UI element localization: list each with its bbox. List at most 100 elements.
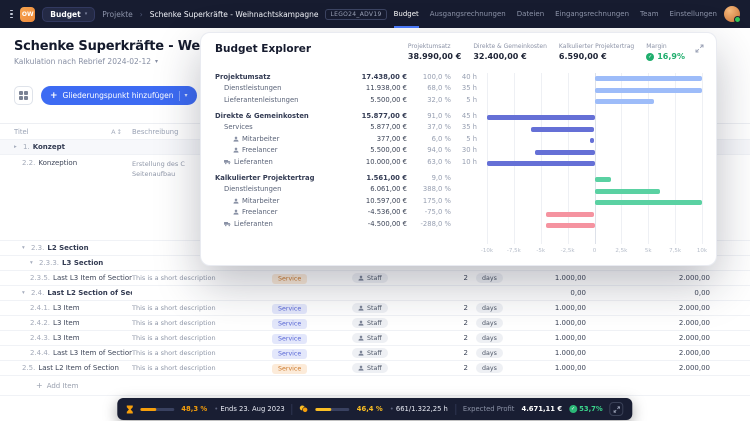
app-switcher[interactable]: Budget ▾ (42, 6, 96, 22)
chart-bar[interactable] (545, 211, 595, 217)
explorer-body: Projektumsatz 17.438,00 € 100,0 % 40 h Diens… (201, 65, 716, 265)
breadcrumb-project-name: Schenke Superkräfte - Weihnachtskampagne (149, 9, 319, 19)
row-title: L3 Item (53, 319, 80, 327)
chevron-right-icon[interactable]: ▸ (14, 144, 20, 150)
service-type-badge[interactable]: Service (272, 303, 308, 314)
assignee-chip[interactable]: Staff (352, 333, 388, 343)
service-type-badge[interactable]: Service (272, 348, 308, 359)
person-icon (233, 198, 239, 204)
table-row[interactable]: 2.4.1. L3 Item This is a short description… (0, 301, 750, 316)
unit-chip[interactable]: days (476, 348, 503, 358)
row-title: L2 Section (47, 244, 89, 252)
person-icon (358, 320, 364, 326)
assignee-chip[interactable]: Staff (352, 318, 388, 328)
row-number: 2.3.5. (30, 274, 51, 282)
explorer-title: Budget Explorer (215, 43, 312, 55)
add-outline-point-button[interactable]: + Gliederungspunkt hinzufügen ▾ (41, 86, 197, 105)
assignee-chip[interactable]: Staff (352, 348, 388, 358)
assignee-label: Staff (367, 364, 382, 372)
chart-bar[interactable] (594, 200, 702, 206)
chart-bar[interactable] (594, 99, 654, 105)
menu-icon[interactable] (10, 9, 14, 19)
add-item-row[interactable]: + Add Item (0, 376, 750, 396)
service-type-badge[interactable]: Service (272, 333, 308, 344)
chart-bar[interactable] (487, 115, 595, 121)
row-title: Last L2 Item of Section (38, 364, 119, 372)
chart-bar[interactable] (594, 188, 660, 194)
table-row[interactable]: ▾2.4.Last L2 Section of Section 0,00 0,00 (0, 286, 750, 301)
nav-budget[interactable]: Budget (393, 0, 419, 28)
service-type-badge[interactable]: Service (272, 273, 308, 284)
tree-row[interactable]: Lieferanten -4.500,00 € -288,0 % (215, 218, 477, 230)
row-title: L3 Section (62, 259, 104, 267)
column-title[interactable]: Titel (14, 128, 29, 136)
tree-row[interactable]: Freelancer -4.536,00 € -75,0 % (215, 207, 477, 219)
tree-row[interactable]: Kalkulierter Projektertrag 1.561,00 € 9,0 … (215, 172, 477, 184)
tree-row[interactable]: Services 5.877,00 € 37,0 % 35 h (215, 121, 477, 133)
tree-row-name: Projektumsatz (215, 73, 349, 81)
tree-row-percent: 68,0 % (427, 84, 451, 93)
footer-expand-button[interactable] (609, 402, 624, 416)
service-type-badge[interactable]: Service (272, 318, 308, 329)
unit-chip[interactable]: days (476, 273, 503, 283)
tree-row-value: 377,00 € (376, 134, 407, 143)
chart-bar[interactable] (594, 87, 702, 93)
tree-row[interactable]: Mitarbeiter 377,00 € 6,0 % 5 h (215, 133, 477, 145)
chart-bar[interactable] (594, 76, 702, 82)
view-options-button[interactable] (14, 86, 33, 105)
unit-chip[interactable]: days (476, 363, 503, 373)
person-icon (233, 209, 239, 215)
table-row[interactable]: 2.4.4. Last L3 Item of Section This is a s… (0, 346, 750, 361)
sort-icon[interactable]: A ↕ (111, 128, 122, 136)
unit-chip[interactable]: days (476, 303, 503, 313)
chart-bar[interactable] (546, 223, 595, 229)
service-type-badge[interactable]: Service (272, 363, 308, 374)
row-description: This is a short description (132, 333, 216, 342)
assignee-chip[interactable]: Staff (352, 303, 388, 313)
unit-chip[interactable]: days (476, 333, 503, 343)
table-row[interactable]: 2.4.2. L3 Item This is a short description… (0, 316, 750, 331)
chart-bar[interactable] (594, 177, 612, 183)
assignee-chip[interactable]: Staff (352, 363, 388, 373)
row-rate: 1.000,00 (554, 319, 586, 327)
tree-row[interactable]: Direkte & Gemeinkosten 15.877,00 € 91,0 % 4… (215, 110, 477, 122)
assignee-chip[interactable]: Staff (352, 273, 388, 283)
tree-row[interactable]: Mitarbeiter 10.597,00 € 175,0 % (215, 195, 477, 207)
nav-ausgangsrechnungen[interactable]: Ausgangsrechnungen (430, 0, 506, 28)
nav-dateien[interactable]: Dateien (517, 0, 544, 28)
breadcrumb-projects[interactable]: Projekte (102, 10, 133, 19)
tree-row[interactable]: Dienstleistungen 11.938,00 € 68,0 % 35 h (215, 83, 477, 95)
avatar[interactable] (724, 6, 741, 23)
kpi-label: Margin (646, 43, 667, 50)
chevron-down-icon[interactable]: ▾ (22, 245, 28, 251)
table-row[interactable]: 2.5. Last L2 Item of Section This is a sho… (0, 361, 750, 376)
tree-row[interactable]: Dienstleistungen 6.061,00 € 388,0 % (215, 183, 477, 195)
nav-eingangsrechnungen[interactable]: Eingangsrechnungen (555, 0, 629, 28)
table-row[interactable]: 2.4.3. L3 Item This is a short description… (0, 331, 750, 346)
tree-row[interactable]: Lieferanten 10.000,00 € 63,0 % 10 h (215, 156, 477, 168)
chart-bar[interactable] (487, 161, 595, 167)
tree-row[interactable]: Lieferantenleistungen 5.500,00 € 32,0 % 5 h (215, 94, 477, 106)
tree-row[interactable]: Projektumsatz 17.438,00 € 100,0 % 40 h (215, 71, 477, 83)
tree-row[interactable]: Freelancer 5.500,00 € 94,0 % 30 h (215, 145, 477, 157)
nav-einstellungen[interactable]: Einstellungen (670, 0, 717, 28)
chart-bar[interactable] (590, 138, 595, 144)
kpi-projektumsatz: Projektumsatz 38.990,00 € (408, 43, 461, 61)
chart-bar[interactable] (535, 149, 595, 155)
row-total: 2.000,00 (678, 319, 710, 327)
maximize-icon[interactable] (695, 44, 704, 53)
unit-chip[interactable]: days (476, 318, 503, 328)
chevron-down-icon[interactable]: ▾ (185, 92, 188, 99)
nav-team[interactable]: Team (640, 0, 659, 28)
chevron-down-icon[interactable]: ▾ (30, 260, 36, 266)
tree-row-value: 11.938,00 € (365, 84, 407, 93)
kpi-value-text: 16,9% (657, 52, 685, 61)
chevron-down-icon[interactable]: ▾ (22, 290, 28, 296)
axis-tick-label: -5k (536, 248, 546, 254)
chart-bar[interactable] (531, 126, 595, 132)
plus-icon: + (36, 381, 43, 390)
row-number: 2.4.2. (30, 319, 51, 327)
row-number: 2.2. (22, 159, 36, 167)
app-logo[interactable]: OW (20, 6, 36, 22)
table-row[interactable]: 2.3.5. Last L3 Item of Section This is a s… (0, 271, 750, 286)
